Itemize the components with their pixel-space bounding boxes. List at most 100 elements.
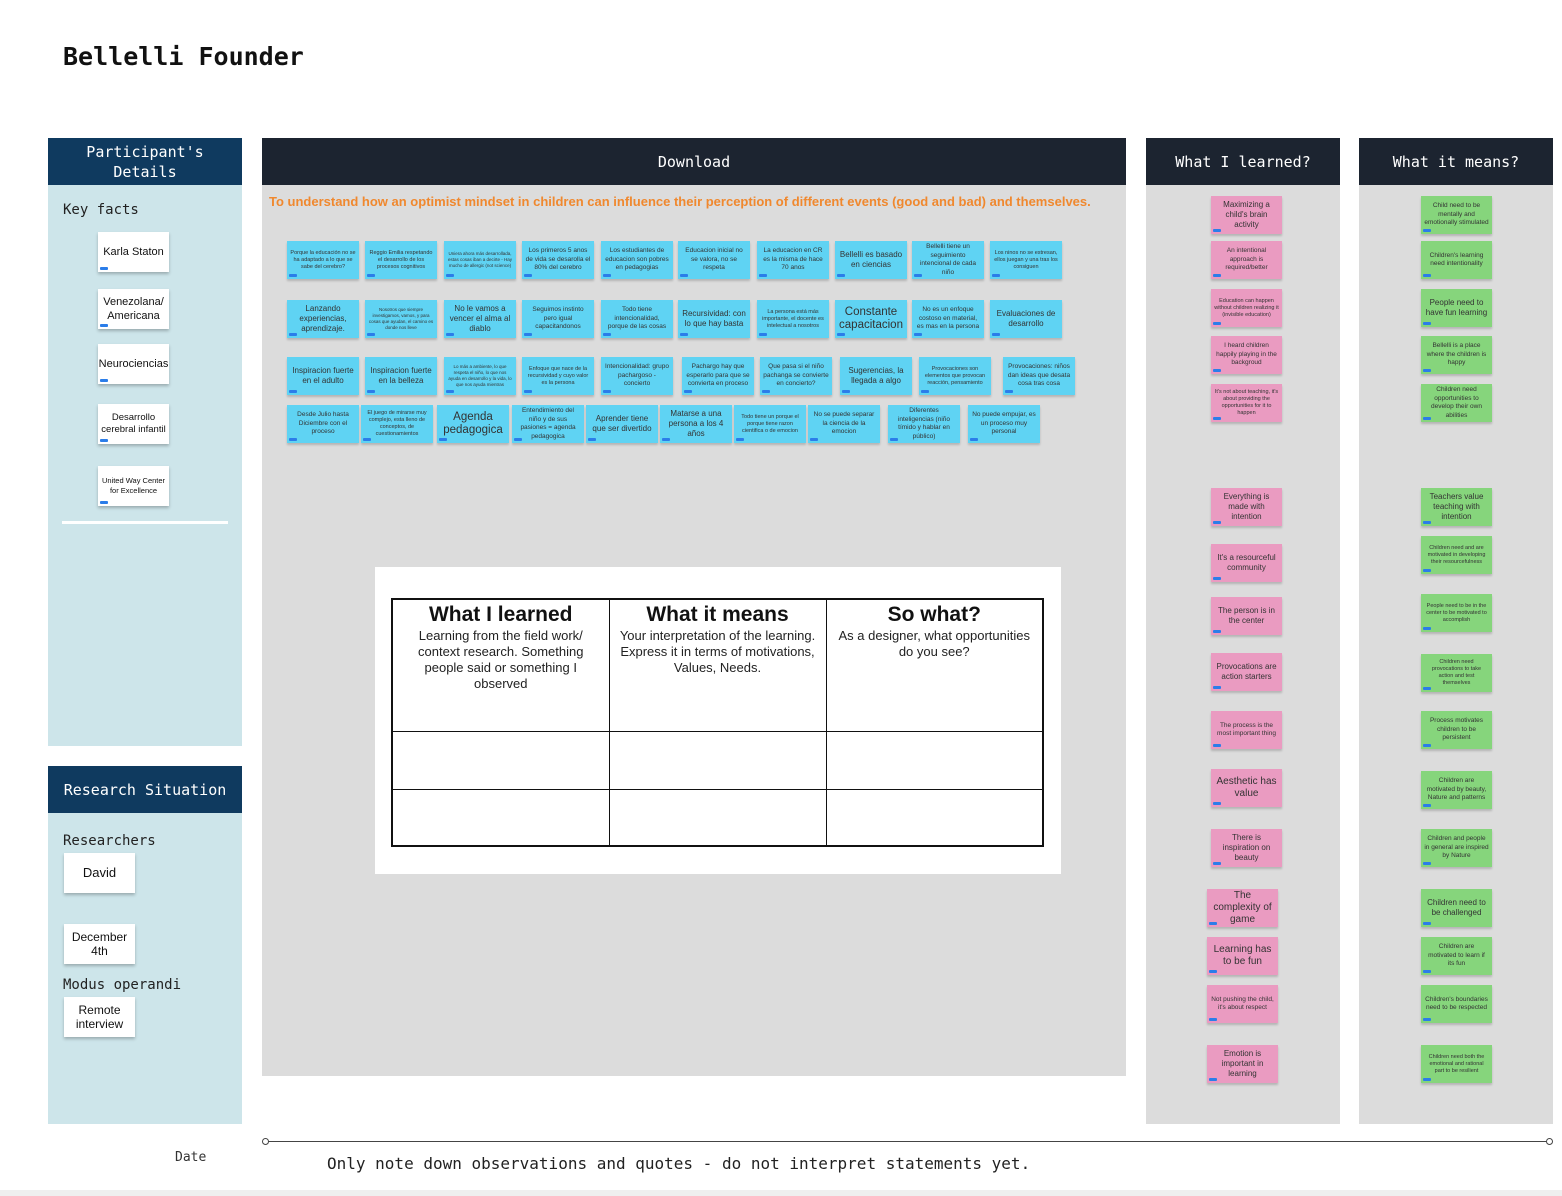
sticky-note[interactable]: Intencionalidad: grupo pachargoso - conc… [601, 357, 673, 395]
sticky-note[interactable]: Todo tiene intencionalidad, porque de la… [601, 300, 673, 338]
fact-card[interactable]: Venezolana/ Americana [98, 289, 169, 329]
fact-card[interactable]: United Way Center for Excellence [98, 466, 169, 506]
sticky-note[interactable]: Uniera ahora más desarrollada, estas cos… [444, 241, 516, 279]
sticky-note[interactable]: Emotion is important in learning [1207, 1045, 1278, 1083]
sticky-note-text: Bellelli is a place where the children i… [1426, 342, 1487, 367]
sticky-note[interactable]: Children and people in general are inspi… [1421, 829, 1492, 867]
note-marker [289, 333, 297, 336]
sticky-note[interactable]: Provocations are action starters [1211, 653, 1282, 691]
sticky-note[interactable]: Child need to be mentally and emotionall… [1421, 196, 1492, 234]
fact-card[interactable]: Neurociencias [98, 344, 169, 384]
sticky-note[interactable]: The process is the most important thing [1211, 711, 1282, 749]
sticky-note[interactable]: Children need both the emotional and rat… [1421, 1045, 1492, 1083]
sticky-note[interactable]: Aprender tiene que ser divertido [586, 405, 658, 443]
sticky-note[interactable]: It's a resourceful community [1211, 544, 1282, 582]
sticky-note[interactable]: Process motivates children to be persist… [1421, 711, 1492, 749]
sticky-note[interactable]: Todo tiene un porque el porque tiene raz… [734, 405, 806, 443]
note-marker [1213, 322, 1221, 325]
sticky-note[interactable]: La persona está más importante, el docen… [757, 300, 829, 338]
date-card[interactable]: December 4th [64, 924, 135, 964]
sticky-note[interactable]: Children need opportunities to develop t… [1421, 384, 1492, 422]
sticky-note[interactable]: The complexity of game [1207, 889, 1278, 927]
sticky-note[interactable]: Enfoque que nace de la recursividad y cu… [522, 357, 594, 395]
sticky-note[interactable]: Sugerencias, la llegada a algo [840, 357, 912, 395]
sticky-note[interactable]: Provocaciones: niños dan ideas que desat… [1003, 357, 1075, 395]
sticky-note[interactable]: Los primeros 5 anos de vida se desarolla… [522, 241, 594, 279]
sticky-note-text: Teachers value teaching with intention [1429, 492, 1484, 521]
sticky-note[interactable]: I heard children happily playing in the … [1211, 336, 1282, 374]
modus-card[interactable]: Remote interview [64, 997, 135, 1037]
sticky-note[interactable]: There is inspiration on beauty [1211, 829, 1282, 867]
researcher-card[interactable]: David [64, 853, 135, 893]
sticky-note[interactable]: La educacion en CR es la misma de hace 7… [757, 241, 829, 279]
sticky-note[interactable]: Inspiracion fuerte en la belleza [365, 357, 437, 395]
sticky-note[interactable]: Children need to be challenged [1421, 889, 1492, 927]
sticky-note[interactable]: No le vamos a vencer el alma al diablo [444, 300, 516, 338]
sticky-note[interactable]: Constante capacitacion [835, 300, 907, 338]
sticky-note[interactable]: Lo más a ambiente, lo que respeta el niñ… [444, 357, 516, 395]
sticky-note[interactable]: Not pushing the child, it's about respec… [1207, 985, 1278, 1023]
modus-text: Remote interview [75, 1003, 124, 1031]
sticky-note[interactable]: An intentional approach is required/bett… [1211, 241, 1282, 279]
sticky-note[interactable]: Bellelli tiene un seguimiento intenciona… [912, 241, 984, 279]
sticky-note[interactable]: Desde Julio hasta Diciembre con el proce… [287, 405, 359, 443]
sticky-note[interactable]: No puede empujar, es un proceso muy pers… [968, 405, 1040, 443]
sticky-note-text: Aesthetic has value [1216, 776, 1277, 799]
sticky-note[interactable]: Evaluaciones de desarrollo [990, 300, 1062, 338]
fact-text: Karla Staton [103, 246, 164, 258]
date-text: December 4th [71, 930, 128, 958]
sticky-note[interactable]: Learning has to be fun [1207, 937, 1278, 975]
note-marker [1213, 417, 1221, 420]
fact-card[interactable]: Desarrollo cerebral infantil [98, 404, 169, 444]
sticky-note[interactable]: People need to be in the center to be mo… [1421, 594, 1492, 632]
note-marker [837, 333, 845, 336]
sticky-note[interactable]: Inspiracion fuerte en el adulto [287, 357, 359, 395]
note-marker [1423, 322, 1431, 325]
note-marker [1209, 970, 1217, 973]
note-marker [446, 333, 454, 336]
sticky-note[interactable]: Reggio Emilia respetando el desarrollo d… [365, 241, 437, 279]
sticky-note[interactable]: Education can happen without children re… [1211, 289, 1282, 327]
sticky-note[interactable]: Children's boundaries need to be respect… [1421, 985, 1492, 1023]
sticky-note[interactable]: Maximizing a child's brain activity [1211, 196, 1282, 234]
sticky-note[interactable]: Provocaciones son elementos que provocan… [919, 357, 991, 395]
fact-card[interactable]: Karla Staton [98, 232, 169, 272]
sticky-note[interactable]: Children need provocations to take actio… [1421, 654, 1492, 692]
sticky-note[interactable]: It's not about teaching, it's about prov… [1211, 384, 1282, 422]
sticky-note[interactable]: Agenda pedagogica [437, 405, 509, 443]
fact-text: Venezolana/ Americana [103, 296, 164, 322]
sticky-note[interactable]: Los estudiantes de educacion son pobres … [601, 241, 673, 279]
note-marker [524, 274, 532, 277]
sticky-note[interactable]: Porque la educación no se ha adaptado a … [287, 241, 359, 279]
sticky-note-text: Que pasa si el niño pachanga se conviert… [763, 363, 829, 388]
sticky-note[interactable]: Recursividad: con lo que hay basta [678, 300, 750, 338]
sticky-note[interactable]: No es un enfoque costoso en material, es… [912, 300, 984, 338]
sticky-note[interactable]: Children need and are motivated in devel… [1421, 536, 1492, 574]
sticky-note[interactable]: Children are motivated to learn if its f… [1421, 937, 1492, 975]
sticky-note[interactable]: Los ninos no se estresan, ellos juegan y… [990, 241, 1062, 279]
sticky-note[interactable]: Matarse a una persona a los 4 años [660, 405, 732, 443]
sticky-note[interactable]: Que pasa si el niño pachanga se conviert… [760, 357, 832, 395]
sticky-note[interactable]: The person is in the center [1211, 597, 1282, 635]
sticky-note[interactable]: No se puede separar la ciencia de la emo… [808, 405, 880, 443]
sticky-note-text: Agenda pedagogica [443, 411, 503, 436]
sticky-note[interactable]: Educacion inicial no se valora, no se re… [678, 241, 750, 279]
sticky-note[interactable]: El juego de mirarse muy complejo, esta l… [361, 405, 433, 443]
sticky-note[interactable]: People need to have fun learning [1421, 289, 1492, 327]
sticky-note[interactable]: Seguimos instinto pero igual capacitando… [522, 300, 594, 338]
sticky-note[interactable]: Lanzando experiencias, aprendizaje. [287, 300, 359, 338]
sticky-note[interactable]: Pachargo hay que esperarlo para que se c… [682, 357, 754, 395]
sticky-note[interactable]: Bellelli is a place where the children i… [1421, 336, 1492, 374]
note-marker [1423, 687, 1431, 690]
sticky-note[interactable]: Diferentes inteligencias (niño tímido y … [888, 405, 960, 443]
sticky-note[interactable]: Bellelli es basado en ciencias [835, 241, 907, 279]
sticky-note[interactable]: Children's learning need intentionality [1421, 241, 1492, 279]
sticky-note[interactable]: Children are motivated by beauty, Nature… [1421, 771, 1492, 809]
sticky-note[interactable]: Entendimiento del niño y de sus pasiones… [512, 405, 584, 443]
fw-cell [608, 788, 827, 847]
sticky-note[interactable]: Teachers value teaching with intention [1421, 488, 1492, 526]
sticky-note-text: Seguimos instinto pero igual capacitando… [532, 306, 584, 331]
sticky-note[interactable]: Everything is made with intention [1211, 488, 1282, 526]
sticky-note[interactable]: Aesthetic has value [1211, 769, 1282, 807]
sticky-note[interactable]: Nosotros que siempre investigamos, vamos… [365, 300, 437, 338]
